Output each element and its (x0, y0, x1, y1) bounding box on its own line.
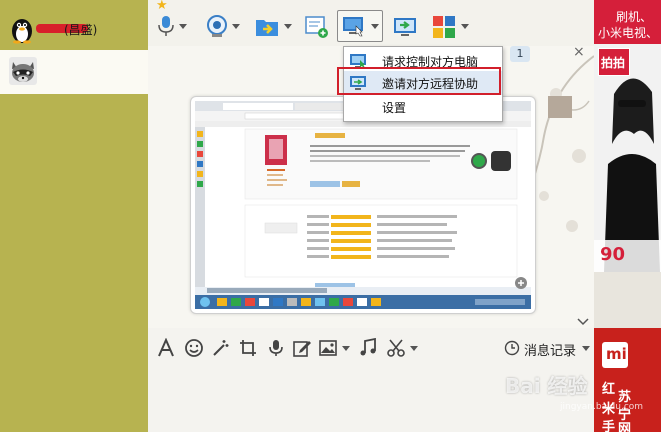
chevron-down-icon[interactable] (410, 346, 418, 351)
highlight-box (337, 67, 501, 95)
advertisement-bottom[interactable]: mi 红 苏 米 宁 手 网 (594, 328, 661, 432)
magic-wand-icon[interactable] (210, 338, 230, 358)
ad-text: 网 (618, 422, 632, 432)
message-add-icon[interactable] (304, 14, 330, 40)
browser-screenshot-thumbnail (195, 101, 531, 309)
chevron-down-icon[interactable] (577, 318, 589, 326)
menu-item-settings[interactable]: 设置 (344, 95, 502, 119)
penguin-avatar-icon (12, 19, 32, 44)
contact-name: (昌盛) (64, 23, 98, 37)
mi-logo-text: mi (606, 345, 627, 363)
send-file-icon[interactable] (254, 14, 280, 40)
advertisement-top[interactable]: 刷机、 小米电视、 拍拍 90 (594, 0, 661, 272)
emoji-icon[interactable] (184, 338, 204, 358)
baidu-watermark-url: jingyan.baidu.com (560, 402, 644, 412)
chevron-down-icon[interactable] (582, 346, 590, 351)
ad-text: 红 (602, 382, 616, 397)
ad-text: 刷机、 (616, 10, 653, 24)
history-label: 消息记录 (524, 344, 577, 359)
menu-item-label: 设置 (382, 101, 407, 115)
chevron-down-icon[interactable] (179, 24, 187, 29)
screenshot-icon[interactable] (238, 338, 258, 358)
ad-model-image (594, 44, 661, 272)
font-icon[interactable] (156, 338, 176, 358)
ad-text: 小米电视、 (598, 26, 659, 40)
chat-toolbar: ★ (148, 0, 594, 46)
edit-icon[interactable] (292, 338, 312, 358)
input-toolbar: 消息记录 (148, 328, 594, 368)
apps-icon[interactable] (431, 14, 457, 40)
contact-photo (548, 96, 572, 118)
close-icon[interactable]: × (573, 46, 585, 60)
baidu-watermark: Bai 经验 (505, 374, 588, 398)
ad-badge-text: 拍拍 (601, 56, 626, 70)
screenshot-content (195, 101, 531, 309)
contact-item-selected[interactable] (0, 50, 148, 94)
contact-panel: (昌盛) (0, 0, 148, 432)
ad-text: 手 (602, 420, 616, 432)
mi-logo-icon: mi (602, 342, 628, 368)
webcam-icon[interactable] (204, 14, 230, 40)
remote-desktop-button[interactable] (337, 10, 383, 42)
message-count-badge[interactable]: 1 (510, 46, 530, 62)
chevron-down-icon[interactable] (371, 24, 379, 29)
chevron-down-icon[interactable] (342, 346, 350, 351)
ad-price: 90 (600, 244, 626, 265)
star-icon[interactable]: ★ (156, 0, 168, 13)
chevron-down-icon[interactable] (461, 24, 469, 29)
raccoon-avatar-icon (9, 57, 37, 85)
scissors-icon[interactable] (386, 338, 406, 358)
voice-icon[interactable] (266, 338, 286, 358)
ad-badge: 拍拍 (598, 48, 630, 76)
chevron-down-icon[interactable] (232, 24, 240, 29)
microphone-icon[interactable] (156, 14, 176, 38)
clock-icon (504, 340, 520, 356)
music-icon[interactable] (358, 338, 378, 358)
remote-desktop-icon (343, 17, 363, 37)
chevron-down-icon[interactable] (284, 24, 292, 29)
shared-screenshot-image[interactable] (190, 96, 536, 314)
contact-item[interactable]: (昌盛) (0, 10, 148, 48)
image-icon[interactable] (318, 338, 338, 358)
ad-separator (594, 272, 661, 328)
share-screen-icon[interactable] (392, 14, 418, 40)
